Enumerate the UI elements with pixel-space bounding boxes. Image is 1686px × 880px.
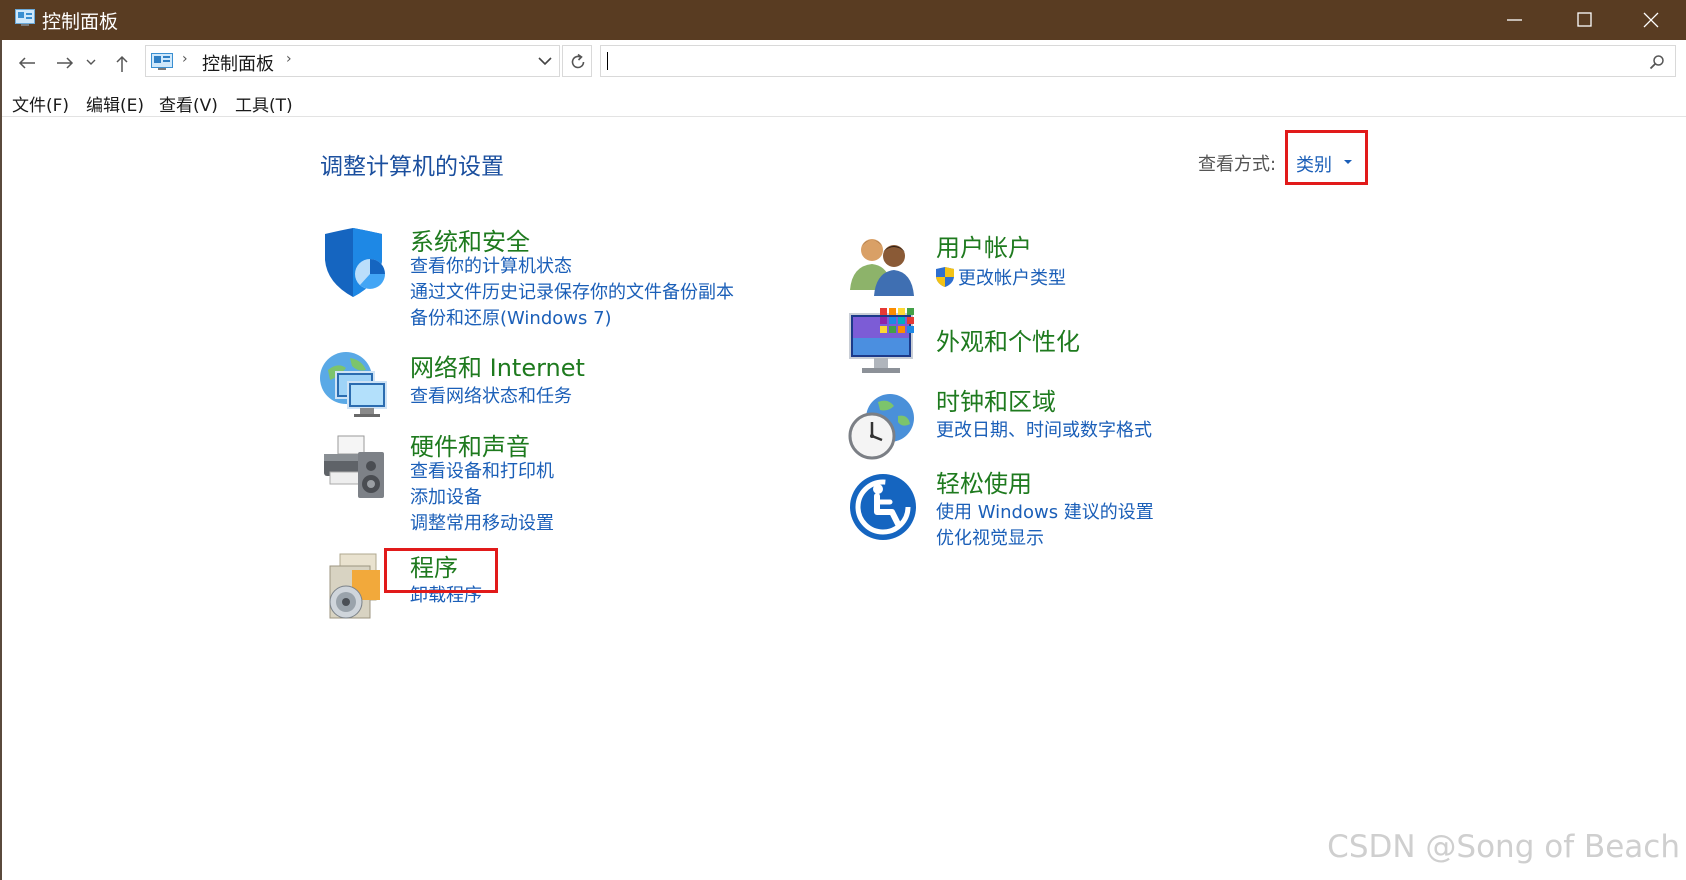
category-heading[interactable]: 轻松使用 <box>936 464 1032 499</box>
breadcrumb[interactable]: 控制面板 <box>202 50 274 76</box>
category-link[interactable]: 使用 Windows 建议的设置 <box>936 498 1154 524</box>
control-panel-icon <box>151 53 173 70</box>
refresh-icon <box>571 53 585 69</box>
category-link[interactable]: 通过文件历史记录保存你的文件备份副本 <box>410 278 734 304</box>
back-button[interactable] <box>14 50 40 76</box>
menu-file[interactable]: 文件(F) <box>12 91 69 116</box>
category-link[interactable]: 更改日期、时间或数字格式 <box>936 416 1152 442</box>
view-by-dropdown[interactable]: 类别 <box>1296 151 1332 177</box>
ease-of-access-icon[interactable] <box>848 472 918 542</box>
search-input[interactable] <box>600 45 1676 77</box>
shield-icon[interactable] <box>320 228 390 298</box>
refresh-button[interactable] <box>562 45 592 77</box>
category-heading[interactable]: 时钟和区域 <box>936 382 1056 417</box>
watermark: CSDN @Song of Beach <box>1327 829 1680 865</box>
minimize-button[interactable] <box>1480 0 1550 40</box>
chevron-down-icon[interactable] <box>538 56 552 66</box>
monitor-colors-icon[interactable] <box>848 308 918 378</box>
page-title: 调整计算机的设置 <box>320 154 504 180</box>
category-heading[interactable]: 外观和个性化 <box>936 322 1080 357</box>
text-cursor <box>607 52 608 70</box>
menu-tools[interactable]: 工具(T) <box>235 91 293 116</box>
category-link[interactable]: 更改帐户类型 <box>958 264 1066 290</box>
menu-bar: 文件(F) 编辑(E) 查看(V) 工具(T) <box>2 86 1686 117</box>
category-link[interactable]: 查看设备和打印机 <box>410 457 554 483</box>
category-heading[interactable]: 用户帐户 <box>936 228 1032 263</box>
close-button[interactable] <box>1616 0 1686 40</box>
category-link[interactable]: 备份和还原(Windows 7) <box>410 304 612 330</box>
search-icon[interactable] <box>1649 54 1665 70</box>
users-icon[interactable] <box>848 230 918 300</box>
chevron-down-icon <box>86 59 96 65</box>
menu-edit[interactable]: 编辑(E) <box>86 91 144 116</box>
highlight-box <box>384 548 498 593</box>
recent-locations-button[interactable] <box>84 50 100 76</box>
navigation-bar: › 控制面板 › <box>2 40 1686 86</box>
maximize-button[interactable] <box>1550 0 1620 40</box>
title-bar: 控制面板 <box>0 0 1686 40</box>
uac-shield-icon <box>936 267 954 287</box>
arrow-right-icon <box>57 57 74 69</box>
printer-speaker-icon[interactable] <box>320 432 390 502</box>
forward-button[interactable] <box>52 50 78 76</box>
chevron-right-icon[interactable]: › <box>286 51 292 67</box>
dropdown-arrow-icon[interactable] <box>1344 160 1353 165</box>
window-title: 控制面板 <box>42 11 119 33</box>
minimize-icon <box>1507 19 1522 21</box>
view-by-label: 查看方式: <box>1198 154 1277 175</box>
arrow-up-icon <box>116 55 128 72</box>
arrow-left-icon <box>18 57 35 69</box>
up-button[interactable] <box>110 50 136 76</box>
window-border <box>0 40 2 880</box>
maximize-icon <box>1577 12 1592 27</box>
category-link[interactable]: 优化视觉显示 <box>936 524 1044 550</box>
menu-view[interactable]: 查看(V) <box>159 91 218 116</box>
clock-globe-icon[interactable] <box>848 392 918 462</box>
category-link[interactable]: 查看网络状态和任务 <box>410 382 572 408</box>
programs-disc-icon[interactable] <box>322 552 392 622</box>
category-heading[interactable]: 网络和 Internet <box>410 348 585 383</box>
network-globe-icon[interactable] <box>318 350 388 420</box>
address-bar[interactable]: › 控制面板 › <box>145 45 560 77</box>
close-icon <box>1643 12 1659 28</box>
category-link[interactable]: 调整常用移动设置 <box>410 509 554 535</box>
control-panel-icon <box>15 9 35 26</box>
chevron-right-icon: › <box>182 51 188 67</box>
category-link[interactable]: 添加设备 <box>410 483 482 509</box>
category-link[interactable]: 查看你的计算机状态 <box>410 252 572 278</box>
